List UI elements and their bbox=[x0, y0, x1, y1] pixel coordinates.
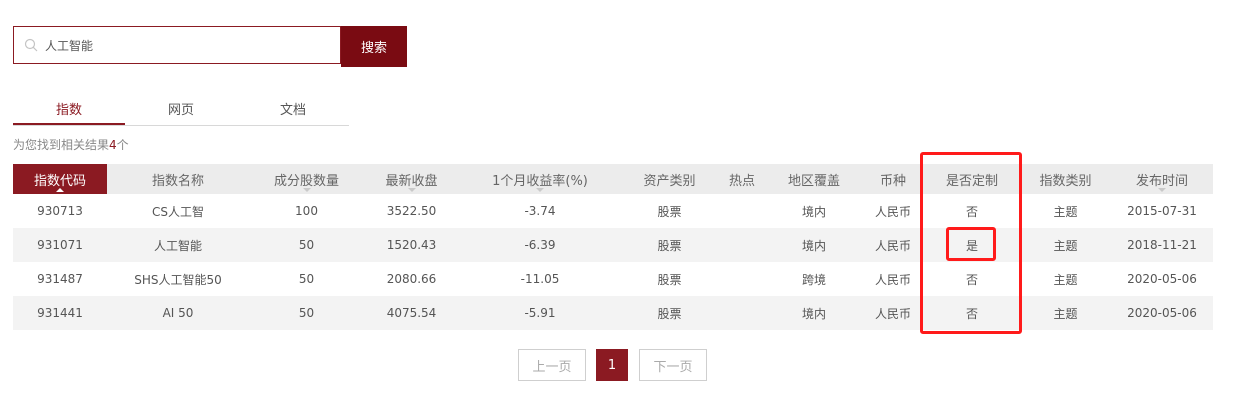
cell-hotspot bbox=[718, 262, 766, 296]
cell-hotspot bbox=[718, 228, 766, 262]
cell-region: 境内 bbox=[801, 204, 826, 219]
cell-asset-class: 股票 bbox=[657, 272, 682, 287]
cell-currency: 人民币 bbox=[874, 204, 911, 219]
result-type-tabs: 指数 网页 文档 bbox=[13, 100, 349, 126]
cell-1m-return: -11.05 bbox=[520, 272, 560, 286]
cell-name[interactable]: 人工智能 bbox=[107, 228, 249, 262]
cell-customized: 否 bbox=[924, 296, 1020, 330]
result-count-number: 4 bbox=[109, 138, 117, 152]
table-row: 931441 AI 50 50 4075.54 -5.91 股票 境内 人民币 … bbox=[13, 296, 1213, 330]
search-box[interactable] bbox=[13, 26, 341, 64]
cell-close: 2080.66 bbox=[386, 272, 437, 286]
page-1-button[interactable]: 1 bbox=[596, 349, 628, 381]
cell-customized: 是 bbox=[924, 228, 1020, 262]
cell-1m-return: -5.91 bbox=[459, 296, 621, 330]
col-header-index-type: 指数类别 bbox=[1020, 164, 1111, 194]
col-header-currency: 币种 bbox=[862, 164, 924, 194]
cell-1m-return: -3.74 bbox=[524, 204, 556, 218]
col-header-hotspot: 热点 bbox=[718, 164, 766, 194]
cell-code: 930713 bbox=[37, 204, 83, 218]
sort-arrow-icon bbox=[536, 188, 544, 192]
cell-region: 跨境 bbox=[801, 272, 826, 287]
cell-currency: 人民币 bbox=[862, 228, 924, 262]
cell-hotspot bbox=[718, 194, 766, 228]
cell-currency: 人民币 bbox=[874, 272, 911, 287]
cell-launch-date: 2018-11-21 bbox=[1111, 228, 1213, 262]
cell-constituents: 50 bbox=[249, 228, 364, 262]
cell-region: 境内 bbox=[766, 228, 862, 262]
table-row: 931487 SHS人工智能50 50 2080.66 -11.05 股票 跨境… bbox=[13, 262, 1213, 296]
cell-currency: 人民币 bbox=[862, 296, 924, 330]
cell-constituents: 50 bbox=[298, 272, 315, 286]
cell-asset-class: 股票 bbox=[621, 228, 718, 262]
cell-customized: 否 bbox=[965, 204, 978, 219]
cell-customized: 否 bbox=[965, 272, 978, 287]
table-header-row: 指数代码 指数名称 成分股数量 最新收盘 1个月收益率(%) 资产类别 热点 地… bbox=[13, 164, 1213, 194]
cell-close: 3522.50 bbox=[386, 204, 437, 218]
col-header-region: 地区覆盖 bbox=[766, 164, 862, 194]
table-row: 930713 CS人工智 100 3522.50 -3.74 股票 境内 人民币… bbox=[13, 194, 1213, 228]
cell-name[interactable]: SHS人工智能50 bbox=[107, 262, 249, 296]
cell-1m-return: -6.39 bbox=[459, 228, 621, 262]
sort-arrow-icon bbox=[407, 188, 416, 192]
result-count: 为您找到相关结果4个 bbox=[13, 136, 129, 153]
cell-region: 境内 bbox=[766, 296, 862, 330]
cell-name[interactable]: CS人工智 bbox=[107, 194, 249, 228]
cell-close: 4075.54 bbox=[364, 296, 459, 330]
col-header-constituents[interactable]: 成分股数量 bbox=[249, 164, 364, 194]
col-header-asset-class: 资产类别 bbox=[621, 164, 718, 194]
sort-arrow-icon bbox=[302, 188, 311, 192]
cell-hotspot bbox=[718, 296, 766, 330]
tab-webpage[interactable]: 网页 bbox=[125, 100, 237, 124]
cell-index-type: 主题 bbox=[1053, 204, 1078, 219]
cell-constituents: 100 bbox=[295, 204, 318, 218]
cell-index-type: 主题 bbox=[1053, 272, 1078, 287]
table-row: 931071 人工智能 50 1520.43 -6.39 股票 境内 人民币 是… bbox=[13, 228, 1213, 262]
col-header-name: 指数名称 bbox=[107, 164, 249, 194]
search-input[interactable] bbox=[45, 27, 335, 63]
cell-index-type: 主题 bbox=[1020, 296, 1111, 330]
cell-launch-date: 2020-05-06 bbox=[1127, 272, 1197, 286]
search-icon bbox=[24, 38, 38, 52]
result-count-suffix: 个 bbox=[116, 138, 129, 152]
cell-code: 931487 bbox=[37, 272, 83, 286]
cell-code: 931441 bbox=[13, 296, 107, 330]
cell-index-type: 主题 bbox=[1020, 228, 1111, 262]
col-header-1m-return[interactable]: 1个月收益率(%) bbox=[459, 164, 621, 194]
col-header-close[interactable]: 最新收盘 bbox=[364, 164, 459, 194]
col-header-launch-date[interactable]: 发布时间 bbox=[1111, 164, 1213, 194]
sort-arrow-icon bbox=[56, 188, 64, 192]
cell-launch-date: 2020-05-06 bbox=[1111, 296, 1213, 330]
results-table: 指数代码 指数名称 成分股数量 最新收盘 1个月收益率(%) 资产类别 热点 地… bbox=[13, 164, 1213, 330]
tab-document[interactable]: 文档 bbox=[237, 100, 349, 124]
prev-page-button[interactable]: 上一页 bbox=[518, 349, 586, 381]
cell-asset-class: 股票 bbox=[657, 204, 682, 219]
cell-close: 1520.43 bbox=[364, 228, 459, 262]
col-header-customized: 是否定制 bbox=[924, 164, 1020, 194]
next-page-button[interactable]: 下一页 bbox=[639, 349, 707, 381]
tab-index[interactable]: 指数 bbox=[13, 100, 125, 125]
result-count-prefix: 为您找到相关结果 bbox=[13, 138, 110, 152]
cell-launch-date: 2015-07-31 bbox=[1127, 204, 1197, 218]
cell-asset-class: 股票 bbox=[621, 296, 718, 330]
cell-constituents: 50 bbox=[249, 296, 364, 330]
col-header-code[interactable]: 指数代码 bbox=[13, 164, 107, 194]
sort-arrow-icon bbox=[1158, 188, 1166, 192]
cell-name[interactable]: AI 50 bbox=[107, 296, 249, 330]
cell-code: 931071 bbox=[13, 228, 107, 262]
search-button[interactable]: 搜索 bbox=[341, 26, 407, 67]
